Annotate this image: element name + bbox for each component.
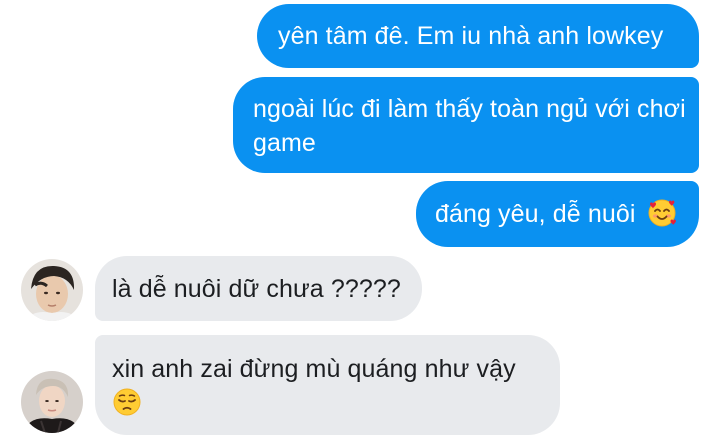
contact-avatar[interactable] [21,371,83,433]
message-text: xin anh zai đừng mù quáng như vậy [112,355,516,383]
incoming-message[interactable]: là dễ nuôi dữ chưa ????? [95,256,422,321]
avatar-photo [21,259,83,321]
message-text: yên tâm đê. Em iu nhà anh lowkey [278,22,664,50]
pensive-face-icon [113,388,141,416]
smiling-face-with-hearts-icon [648,199,676,227]
message-text: đáng yêu, dễ nuôi [435,200,636,228]
message-text: ngoài lúc đi làm thấy toàn ngủ với chơi … [253,95,686,157]
outgoing-message[interactable]: đáng yêu, dễ nuôi [416,181,699,247]
message-text: là dễ nuôi dữ chưa ????? [112,275,401,303]
outgoing-message[interactable]: yên tâm đê. Em iu nhà anh lowkey [257,4,699,68]
contact-avatar[interactable] [21,259,83,321]
outgoing-message[interactable]: ngoài lúc đi làm thấy toàn ngủ với chơi … [233,77,699,173]
avatar-photo [21,371,83,433]
incoming-message[interactable]: xin anh zai đừng mù quáng như vậy [95,335,560,435]
